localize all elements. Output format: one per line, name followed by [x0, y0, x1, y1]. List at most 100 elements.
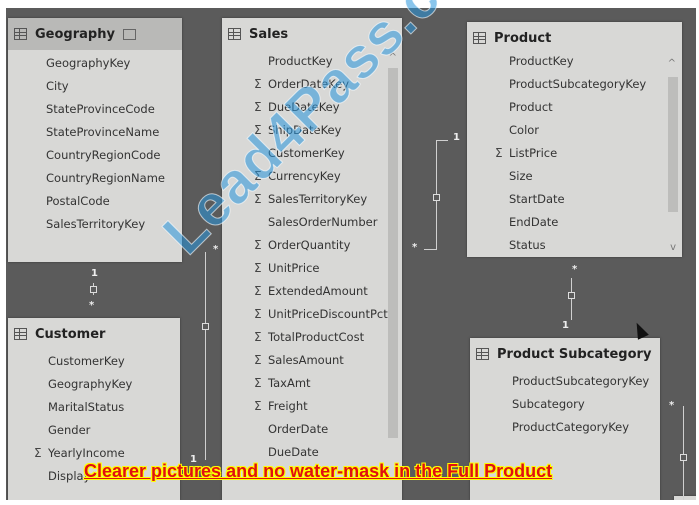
field-row[interactable]: CountryRegionCode	[8, 144, 182, 167]
relationship-node[interactable]	[568, 292, 575, 299]
field-name: CustomerKey	[48, 354, 125, 368]
relationship-node[interactable]	[433, 194, 440, 201]
table-title: Sales	[249, 26, 289, 42]
field-name: ProductCategoryKey	[512, 420, 630, 434]
field-name: StateProvinceName	[46, 125, 160, 139]
field-row[interactable]: Σ ExtendedAmount	[222, 280, 402, 303]
field-row[interactable]: CustomerKey	[8, 350, 180, 373]
field-row[interactable]: GeographyKey	[8, 52, 182, 75]
sigma-icon: Σ	[34, 446, 42, 460]
field-row[interactable]: StartDate	[467, 188, 682, 211]
relationship-line	[436, 140, 448, 141]
field-name: ProductSubcategoryKey	[509, 77, 647, 91]
relationship-line	[424, 249, 436, 250]
expand-icon[interactable]	[122, 28, 136, 40]
field-row[interactable]: MaritalStatus	[8, 396, 180, 419]
relationship-node[interactable]	[90, 286, 97, 293]
field-row[interactable]: Σ UnitPrice	[222, 257, 402, 280]
field-row[interactable]: Subcategory	[470, 393, 660, 416]
scroll-down-icon[interactable]: v	[670, 242, 676, 253]
field-name: GeographyKey	[46, 56, 131, 70]
field-name: SalesOrderNumber	[268, 215, 378, 229]
cardinality-many: *	[412, 242, 418, 253]
field-row[interactable]: City	[8, 75, 182, 98]
field-row[interactable]: Size	[467, 165, 682, 188]
relationship-line[interactable]	[205, 252, 206, 460]
field-row[interactable]: Σ UnitPriceDiscountPct	[222, 303, 402, 326]
field-name: Gender	[48, 423, 91, 437]
field-name: ProductKey	[509, 54, 574, 68]
sigma-icon: Σ	[254, 399, 262, 413]
field-name: Status	[509, 238, 546, 252]
cardinality-one: 1	[453, 132, 460, 143]
field-name: OrderDate	[268, 422, 329, 436]
table-partial[interactable]	[674, 496, 696, 500]
sigma-icon: Σ	[254, 353, 262, 367]
field-row[interactable]: ProductSubcategoryKey	[470, 370, 660, 393]
table-icon	[476, 348, 489, 360]
sigma-icon: Σ	[495, 146, 503, 160]
table-header[interactable]: Product Subcategory	[470, 338, 660, 370]
field-name: CountryRegionName	[46, 171, 165, 185]
field-name: UnitPriceDiscountPct	[268, 307, 388, 321]
field-row[interactable]: ProductSubcategoryKey	[467, 73, 682, 96]
relationship-line[interactable]	[571, 278, 572, 320]
table-product[interactable]: Product ProductKey ProductSubcategoryKey P…	[467, 22, 682, 257]
field-name: UnitPrice	[268, 261, 320, 275]
field-name: ExtendedAmount	[268, 284, 368, 298]
scrollbar[interactable]	[668, 77, 678, 212]
field-row[interactable]: Color	[467, 119, 682, 142]
sigma-icon: Σ	[254, 376, 262, 390]
field-name: ListPrice	[509, 146, 558, 160]
sigma-icon: Σ	[254, 284, 262, 298]
cardinality-many: *	[669, 400, 675, 411]
cardinality-many: *	[89, 300, 95, 311]
field-row[interactable]: GeographyKey	[8, 373, 180, 396]
field-row[interactable]: ProductKey	[467, 50, 682, 73]
sigma-icon: Σ	[254, 330, 262, 344]
field-row[interactable]: Σ ListPrice	[467, 142, 682, 165]
field-row[interactable]: ProductCategoryKey	[470, 416, 660, 439]
field-name: CountryRegionCode	[46, 148, 161, 162]
field-name: StateProvinceCode	[46, 102, 155, 116]
field-name: MaritalStatus	[48, 400, 125, 414]
table-icon	[473, 32, 486, 44]
promo-banner: Clearer pictures and no water-mask in th…	[84, 461, 553, 481]
scroll-up-icon[interactable]: ^	[668, 58, 676, 69]
table-title: Geography	[35, 26, 115, 42]
table-title: Product	[494, 30, 552, 46]
field-name: City	[46, 79, 69, 93]
field-row[interactable]: Σ OrderQuantity	[222, 234, 402, 257]
relationship-node[interactable]	[202, 323, 209, 330]
table-header[interactable]: Customer	[8, 318, 180, 350]
relationship-line[interactable]	[683, 406, 684, 500]
field-row[interactable]: OrderDate	[222, 418, 402, 441]
field-row[interactable]: Status	[467, 234, 682, 257]
field-row[interactable]: Product	[467, 96, 682, 119]
field-name: Color	[509, 123, 540, 137]
relationship-node[interactable]	[680, 454, 687, 461]
field-row[interactable]: StateProvinceName	[8, 121, 182, 144]
field-name: TotalProductCost	[268, 330, 365, 344]
field-name: SalesTerritoryKey	[268, 192, 368, 206]
field-row[interactable]: Gender	[8, 419, 180, 442]
sigma-icon: Σ	[254, 307, 262, 321]
field-name: Freight	[268, 399, 308, 413]
table-header[interactable]: Geography	[8, 18, 182, 50]
field-row[interactable]: Σ TaxAmt	[222, 372, 402, 395]
table-icon	[14, 328, 27, 340]
field-row[interactable]: Σ TotalProductCost	[222, 326, 402, 349]
field-row[interactable]: Σ SalesAmount	[222, 349, 402, 372]
field-name: Size	[509, 169, 533, 183]
field-row[interactable]: Σ Freight	[222, 395, 402, 418]
scrollbar[interactable]	[388, 68, 398, 438]
table-title: Product Subcategory	[497, 346, 652, 362]
field-name: GeographyKey	[48, 377, 133, 391]
field-row[interactable]: EndDate	[467, 211, 682, 234]
field-name: TaxAmt	[268, 376, 311, 390]
field-row[interactable]: PostalCode	[8, 190, 182, 213]
table-icon	[14, 28, 27, 40]
field-name: OrderQuantity	[268, 238, 351, 252]
field-row[interactable]: CountryRegionName	[8, 167, 182, 190]
field-row[interactable]: StateProvinceCode	[8, 98, 182, 121]
